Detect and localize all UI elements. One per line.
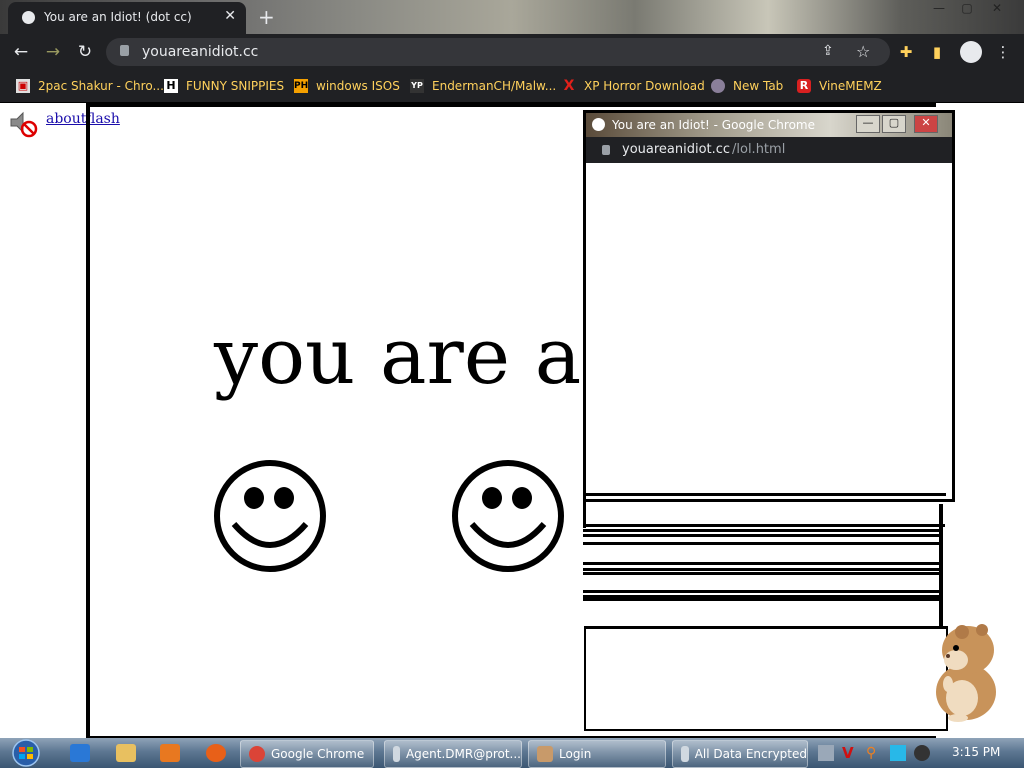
bookmark-star-icon[interactable]: ☆ [856, 42, 870, 61]
folder-icon: ▣ [16, 79, 30, 93]
h-icon: H [164, 79, 178, 93]
smiley-favicon-icon [592, 118, 605, 131]
reload-icon[interactable]: ↻ [74, 42, 96, 64]
extensions-icon[interactable]: ✚ [895, 42, 917, 64]
popup-window-behind [584, 626, 948, 731]
smiley-face-icon [452, 460, 564, 572]
forward-icon[interactable]: → [42, 42, 64, 64]
share-icon[interactable]: ⇪ [822, 43, 834, 59]
window-icon [681, 746, 689, 762]
smiley-favicon-icon [22, 11, 35, 24]
browser-toolbar: ← → ↻ youareanidiot.cc ⇪ ☆ ✚ ▮ ⋮ [0, 34, 1024, 70]
popup-titlebar[interactable]: You are an Idiot! - Google Chrome — ▢ ✕ [586, 113, 952, 137]
yp-icon: YP [410, 79, 424, 93]
x-icon: X [563, 78, 575, 94]
ph-icon: PH [294, 79, 309, 93]
tab-title: You are an Idiot! (dot cc) [44, 10, 192, 24]
media-player-icon[interactable] [160, 744, 180, 762]
window-maximize-button[interactable]: ▢ [954, 0, 980, 18]
tray-volume-icon[interactable] [914, 745, 930, 761]
popup-url-path: /lol.html [732, 142, 786, 157]
start-orb-icon[interactable] [6, 738, 46, 768]
tray-search-icon[interactable]: ⚲ [866, 745, 882, 761]
taskbar-item-chrome[interactable]: Google Chrome [240, 740, 374, 768]
muted-speaker-icon[interactable] [8, 110, 38, 138]
bookmark-item[interactable]: ▣ 2pac Shakur - Chro... [16, 76, 164, 96]
bookmark-item[interactable]: YP EndermanCH/Malw... [410, 76, 556, 96]
internet-explorer-icon[interactable] [70, 744, 90, 762]
popup-title: You are an Idiot! - Google Chrome [612, 118, 815, 132]
headline-text: you are an [214, 312, 632, 402]
tray-display-icon[interactable] [890, 745, 906, 761]
new-tab-button[interactable]: + [258, 5, 275, 29]
window-close-button[interactable]: ✕ [984, 0, 1010, 18]
popup-address-bar: youareanidiot.cc /lol.html [586, 137, 952, 163]
tab-close-icon[interactable]: ✕ [224, 8, 236, 24]
r-icon: R [797, 79, 811, 93]
popup-url-host: youareanidiot.cc [622, 142, 731, 157]
bookmarks-bar: ▣ 2pac Shakur - Chro... H FUNNY SNIPPIES… [0, 70, 1024, 103]
address-bar[interactable]: youareanidiot.cc ⇪ ☆ [106, 38, 890, 66]
taskbar-item-login[interactable]: Login [528, 740, 666, 768]
popup-window[interactable]: You are an Idiot! - Google Chrome — ▢ ✕ … [583, 110, 955, 502]
address-url: youareanidiot.cc [142, 44, 259, 60]
profile-avatar-icon[interactable] [960, 41, 982, 63]
popup-minimize-button[interactable]: — [856, 115, 880, 133]
chrome-icon [249, 746, 265, 762]
popup-maximize-button[interactable]: ▢ [882, 115, 906, 133]
popup-window-stack [583, 498, 947, 628]
app-icon[interactable] [206, 744, 226, 762]
smiley-face-icon [214, 460, 326, 572]
user-icon [537, 746, 553, 762]
popup-close-button[interactable]: ✕ [914, 115, 938, 133]
tray-network-icon[interactable] [818, 745, 834, 761]
back-icon[interactable]: ← [10, 42, 32, 64]
menu-kebab-icon[interactable]: ⋮ [992, 42, 1014, 64]
popup-body [586, 163, 946, 496]
bookmark-item[interactable]: X XP Horror Download [562, 76, 705, 96]
about-link[interactable]: about [46, 111, 86, 127]
window-icon [393, 746, 400, 762]
tray-antivirus-icon[interactable]: V [842, 745, 858, 761]
bookmark-item[interactable]: R VineMEMZ [797, 76, 882, 96]
tab-active[interactable]: You are an Idiot! (dot cc) ✕ [8, 2, 246, 34]
taskbar-clock[interactable]: 3:15 PM [952, 745, 1000, 759]
bookmark-item[interactable]: H FUNNY SNIPPIES [164, 76, 284, 96]
taskbar-item-agent[interactable]: Agent.DMR@prot... [384, 740, 522, 768]
hamster-desktop-pet-icon[interactable] [922, 612, 1006, 722]
taskbar-item-encrypted[interactable]: All Data Encrypted [672, 740, 808, 768]
bookmark-item[interactable]: New Tab [711, 76, 783, 96]
bookmark-item[interactable]: PH windows ISOS [294, 76, 400, 96]
explorer-folder-icon[interactable] [116, 744, 136, 762]
lock-icon [602, 145, 610, 155]
side-panel-icon[interactable]: ▮ [926, 42, 948, 64]
lock-icon [120, 45, 129, 56]
globe-icon [711, 79, 725, 93]
window-minimize-button[interactable]: — [926, 0, 952, 18]
